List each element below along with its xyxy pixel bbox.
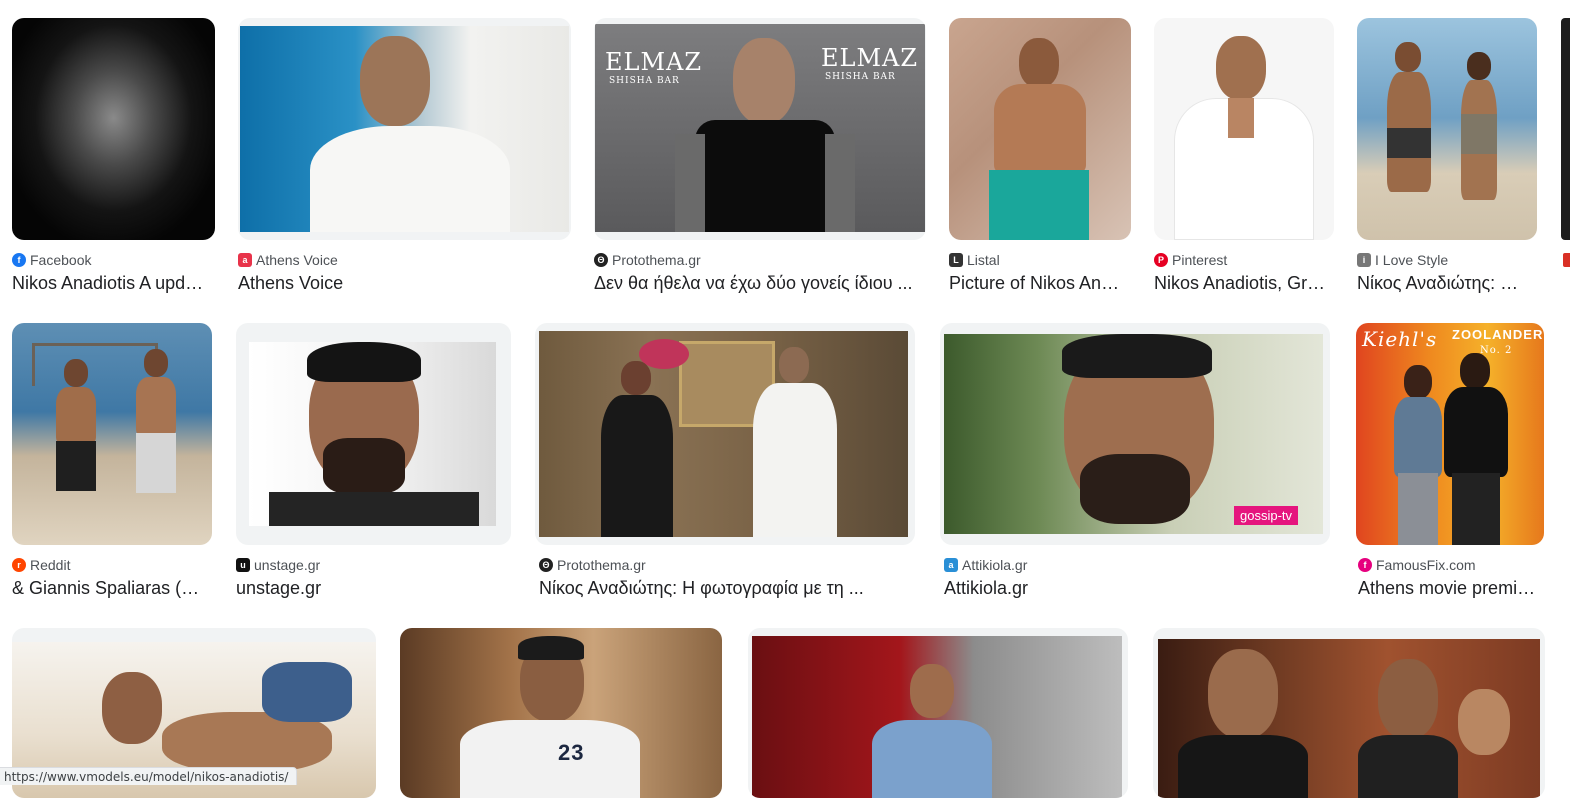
portrait-image: ELMAZ SHISHA BAR ELMAZ SHISHA BAR xyxy=(595,24,925,232)
result-title[interactable]: Νίκος Αναδιώτης: … xyxy=(1357,273,1525,294)
protothema-icon: Θ xyxy=(539,558,553,572)
source-name: unstage.gr xyxy=(254,557,321,573)
portrait-image xyxy=(949,18,1131,240)
image-result: L Listal Picture of Nikos An… xyxy=(949,18,1131,298)
result-source[interactable]: r Reddit xyxy=(12,557,70,573)
image-result: a Athens Voice Athens Voice xyxy=(238,18,571,298)
elmaz-sub-left: SHISHA BAR xyxy=(609,76,680,86)
ilovestyle-icon: i xyxy=(1357,253,1371,267)
result-title[interactable]: Attikiola.gr xyxy=(944,578,1324,599)
facebook-icon: f xyxy=(12,253,26,267)
source-name: Facebook xyxy=(30,252,92,268)
image-thumbnail[interactable] xyxy=(236,323,511,545)
source-name: Athens Voice xyxy=(256,252,338,268)
unstage-icon: u xyxy=(236,558,250,572)
image-thumbnail[interactable]: gossip-tv xyxy=(940,323,1330,545)
elmaz-sub-right: SHISHA BAR xyxy=(825,72,896,82)
pinterest-icon: P xyxy=(1154,253,1168,267)
result-title[interactable]: Nikos Anadiotis, Gr… xyxy=(1154,273,1326,294)
zoolander-logo: ZOOLANDER xyxy=(1452,327,1544,342)
result-title[interactable]: & Giannis Spaliaras (… xyxy=(12,578,208,599)
gossip-tv-badge: gossip-tv xyxy=(1234,506,1299,525)
elmaz-logo-left: ELMAZ xyxy=(605,48,703,76)
result-title[interactable]: Νίκος Αναδιώτης: Η φωτογραφία με τη ... xyxy=(539,578,909,599)
source-name: Pinterest xyxy=(1172,252,1228,268)
result-source[interactable]: f FamousFix.com xyxy=(1358,557,1476,573)
portrait-image: Kiehl's ZOOLANDER No. 2 xyxy=(1356,323,1544,545)
image-result xyxy=(1153,628,1545,798)
portrait-image xyxy=(752,636,1122,798)
result-title[interactable]: Δεν θα ήθελα να έχω δύο γονείς ίδιου ... xyxy=(594,273,926,294)
portrait-image xyxy=(539,331,908,537)
protothema-icon: Θ xyxy=(594,253,608,267)
result-title[interactable]: Nikos Anadiotis A upd… xyxy=(12,273,212,294)
portrait-image xyxy=(12,323,212,545)
attikiola-icon: a xyxy=(944,558,958,572)
jersey-number: 23 xyxy=(558,740,585,765)
portrait-image xyxy=(1158,639,1540,798)
youtube-icon xyxy=(1563,253,1570,267)
image-thumbnail[interactable] xyxy=(12,18,215,240)
portrait-image xyxy=(1357,18,1537,240)
image-result: Θ Protothema.gr Νίκος Αναδιώτης: Η φωτογ… xyxy=(535,323,915,603)
result-source[interactable]: a Athens Voice xyxy=(238,252,338,268)
image-result: P Pinterest Nikos Anadiotis, Gr… xyxy=(1154,18,1334,298)
source-name: Protothema.gr xyxy=(612,252,701,268)
source-name: FamousFix.com xyxy=(1376,557,1476,573)
image-thumbnail[interactable] xyxy=(748,628,1128,798)
famousfix-icon: f xyxy=(1358,558,1372,572)
portrait-image xyxy=(249,342,496,526)
image-thumbnail[interactable]: 23 xyxy=(400,628,722,798)
offscreen-thumbnail-edge[interactable] xyxy=(1561,18,1570,240)
result-source[interactable]: a Attikiola.gr xyxy=(944,557,1027,573)
image-thumbnail[interactable] xyxy=(535,323,915,545)
image-thumbnail[interactable]: ELMAZ SHISHA BAR ELMAZ SHISHA BAR xyxy=(594,18,926,240)
result-source[interactable]: u unstage.gr xyxy=(236,557,320,573)
image-result: ELMAZ SHISHA BAR ELMAZ SHISHA BAR Θ Prot… xyxy=(594,18,926,298)
athens-voice-icon: a xyxy=(238,253,252,267)
image-result: 23 xyxy=(400,628,722,798)
image-result: Kiehl's ZOOLANDER No. 2 f FamousFix.com … xyxy=(1356,323,1544,603)
image-thumbnail[interactable]: Kiehl's ZOOLANDER No. 2 xyxy=(1356,323,1544,545)
source-name: Attikiola.gr xyxy=(962,557,1028,573)
elmaz-logo-right: ELMAZ xyxy=(821,44,919,72)
result-title[interactable]: Picture of Nikos An… xyxy=(949,273,1129,294)
image-thumbnail[interactable] xyxy=(12,323,212,545)
image-thumbnail[interactable] xyxy=(1357,18,1537,240)
source-name: I Love Style xyxy=(1375,252,1449,268)
portrait-image xyxy=(240,26,569,232)
reddit-icon: r xyxy=(12,558,26,572)
image-thumbnail[interactable] xyxy=(238,18,571,240)
image-thumbnail[interactable] xyxy=(949,18,1131,240)
status-bar-url: https://www.vmodels.eu/model/nikos-anadi… xyxy=(0,767,298,785)
image-result: r Reddit & Giannis Spaliaras (… xyxy=(12,323,212,603)
portrait-image: 23 xyxy=(400,628,722,798)
result-title[interactable]: Athens Voice xyxy=(238,273,558,294)
image-result xyxy=(12,628,376,798)
image-thumbnail[interactable] xyxy=(1154,18,1334,240)
source-name: Reddit xyxy=(30,557,71,573)
result-source[interactable]: P Pinterest xyxy=(1154,252,1227,268)
zoolander-sub: No. 2 xyxy=(1480,345,1513,356)
listal-icon: L xyxy=(949,253,963,267)
source-name: Listal xyxy=(967,252,1000,268)
source-name: Protothema.gr xyxy=(557,557,646,573)
portrait-image: gossip-tv xyxy=(944,334,1323,534)
result-source[interactable]: i I Love Style xyxy=(1357,252,1448,268)
portrait-image xyxy=(1154,18,1334,240)
result-source[interactable]: Θ Protothema.gr xyxy=(594,252,701,268)
portrait-image xyxy=(12,18,215,240)
image-result xyxy=(748,628,1128,798)
kiehls-logo: Kiehl's xyxy=(1362,327,1438,351)
image-thumbnail[interactable] xyxy=(1153,628,1545,798)
result-title[interactable]: unstage.gr xyxy=(236,578,506,599)
image-result: u unstage.gr unstage.gr xyxy=(236,323,511,603)
result-source[interactable]: L Listal xyxy=(949,252,1000,268)
image-result: f Facebook Nikos Anadiotis A upd… xyxy=(12,18,215,298)
result-title[interactable]: Athens movie premi… xyxy=(1358,578,1540,599)
result-source[interactable]: f Facebook xyxy=(12,252,91,268)
image-result: i I Love Style Νίκος Αναδιώτης: … xyxy=(1357,18,1537,298)
result-source[interactable]: Θ Protothema.gr xyxy=(539,557,646,573)
image-result: gossip-tv a Attikiola.gr Attikiola.gr xyxy=(940,323,1330,603)
